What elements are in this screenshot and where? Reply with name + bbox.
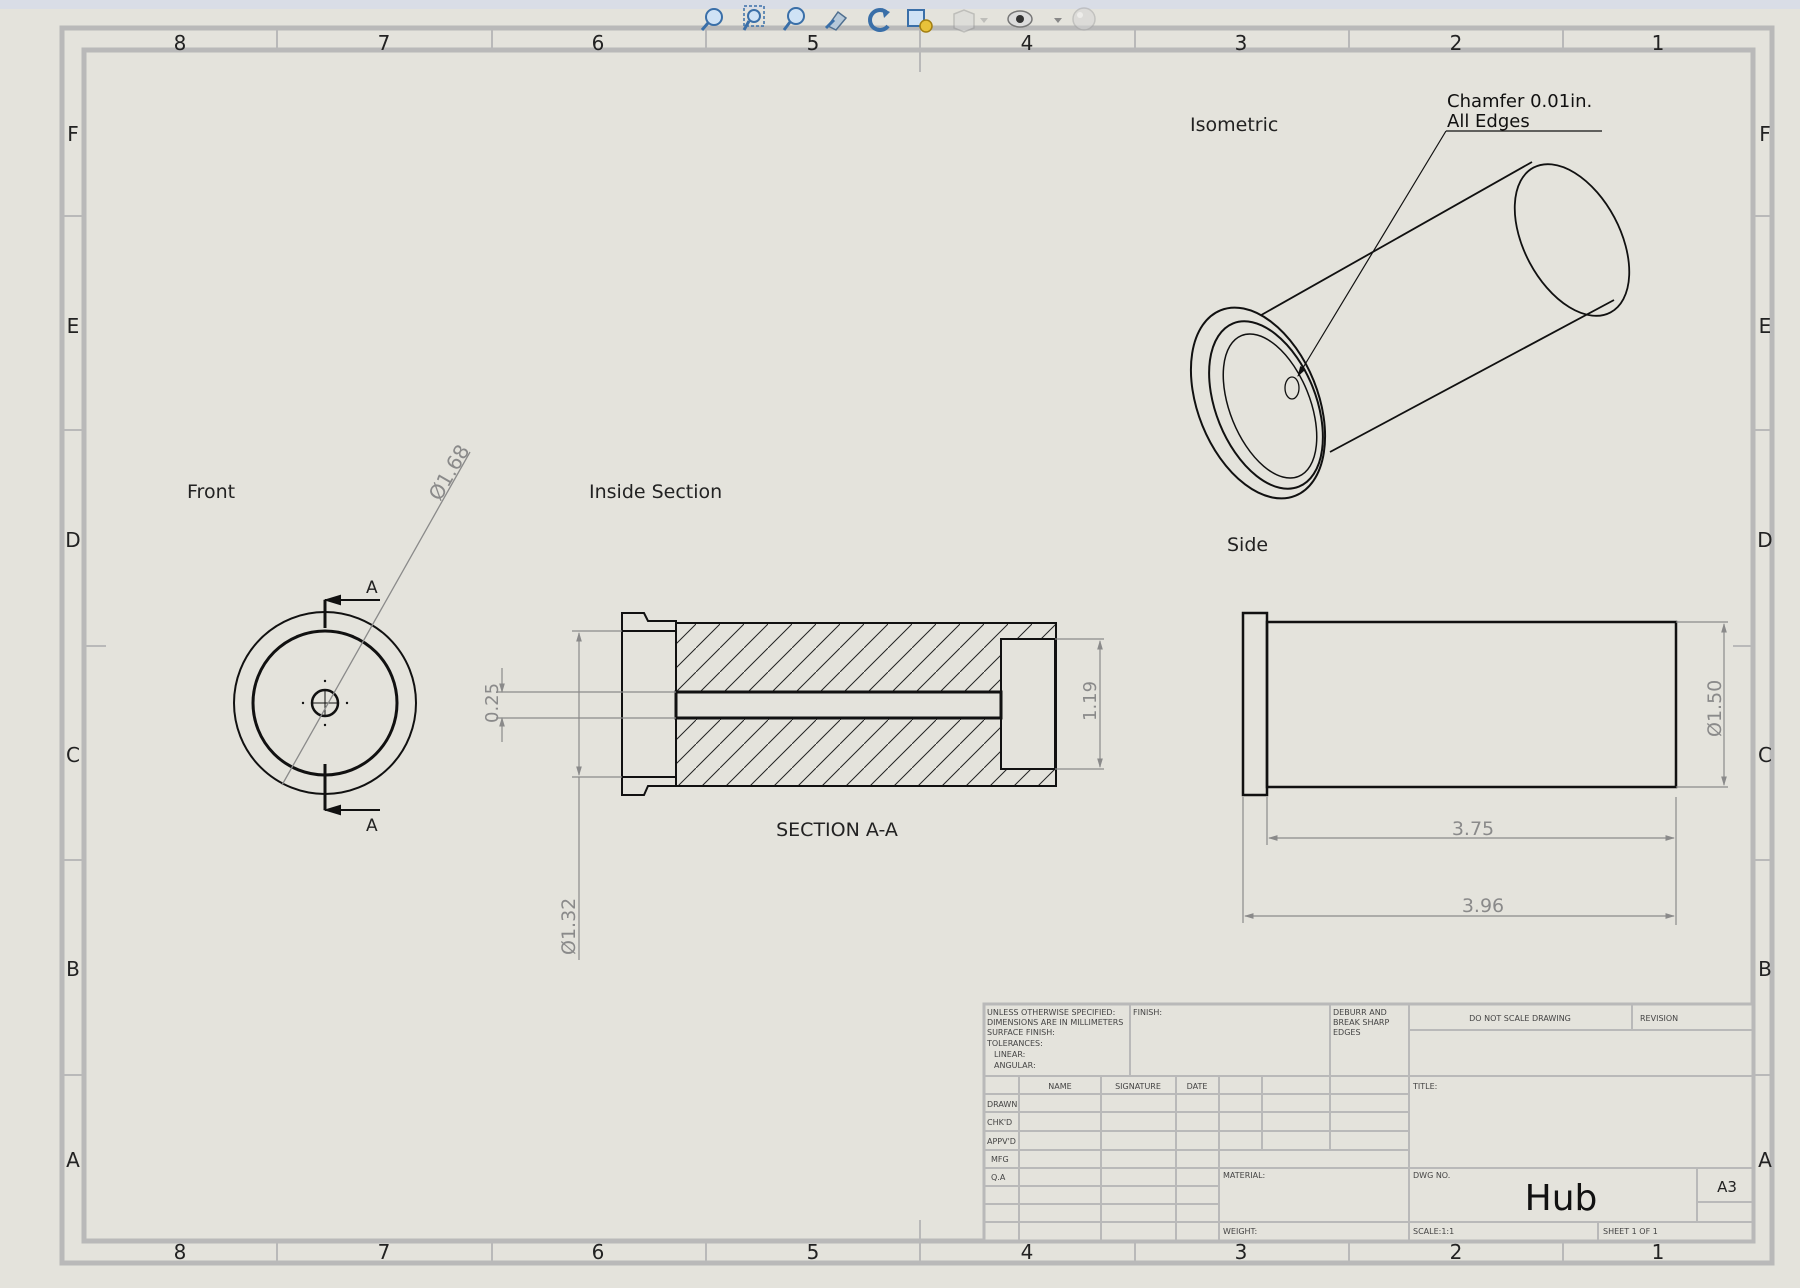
dim-body-length-text: 3.75 (1452, 818, 1494, 840)
deburr-note: EDGES (1333, 1028, 1361, 1037)
col-label: 5 (807, 31, 820, 55)
dim-side-diameter-text: Ø1.50 (1704, 680, 1726, 737)
deburr-note: DEBURR AND (1333, 1008, 1387, 1017)
row-label: E (67, 314, 80, 338)
chamfer-note-line1[interactable]: Chamfer 0.01in. (1447, 91, 1592, 112)
row-label: D (1757, 528, 1772, 552)
weight-label: WEIGHT: (1223, 1227, 1257, 1236)
name-column-header: NAME (1048, 1082, 1071, 1091)
col-label: 1 (1652, 31, 1665, 55)
isometric-view-label: Isometric (1190, 114, 1278, 136)
general-note: LINEAR: (994, 1050, 1025, 1059)
approval-row-label: Q.A (991, 1173, 1006, 1182)
section-caption: SECTION A-A (776, 819, 898, 841)
approval-row-label: DRAWN (987, 1100, 1017, 1109)
general-note: SURFACE FINISH: (987, 1028, 1055, 1037)
dim-counterbore-text: 1.19 (1080, 681, 1101, 721)
scale-label: SCALE:1:1 (1413, 1227, 1454, 1236)
title-label: TITLE: (1412, 1082, 1437, 1091)
chamfer-note-line2[interactable]: All Edges (1447, 111, 1530, 132)
revision-label: REVISION (1640, 1014, 1678, 1023)
section-letter-top: A (366, 578, 378, 598)
date-column-header: DATE (1187, 1082, 1208, 1091)
drawing-title[interactable]: Hub (1525, 1178, 1598, 1219)
sheet-size: A3 (1717, 1178, 1737, 1196)
row-label: F (67, 122, 79, 146)
finish-label: FINISH: (1133, 1008, 1162, 1017)
drawing-window: 8 7 6 5 4 3 2 1 8 7 6 5 4 3 2 1 F E D C … (0, 0, 1800, 1284)
row-label: A (1758, 1148, 1772, 1172)
title-block: UNLESS OTHERWISE SPECIFIED: DIMENSIONS A… (982, 1002, 1755, 1243)
row-label: C (66, 743, 80, 767)
approval-row-label: CHK'D (987, 1118, 1012, 1127)
col-label: 3 (1235, 1240, 1248, 1264)
material-label: MATERIAL: (1223, 1171, 1265, 1180)
col-label: 8 (174, 31, 187, 55)
general-note: UNLESS OTHERWISE SPECIFIED: (987, 1008, 1115, 1017)
approval-row-label: APPV'D (987, 1137, 1016, 1146)
sheet-number: SHEET 1 OF 1 (1603, 1227, 1658, 1236)
zoom-to-fit-icon[interactable] (700, 6, 728, 32)
general-note: TOLERANCES: (986, 1039, 1043, 1048)
side-view-label: Side (1227, 534, 1268, 556)
col-label: 7 (378, 1240, 391, 1264)
col-label: 5 (807, 1240, 820, 1264)
do-not-scale-label: DO NOT SCALE DRAWING (1469, 1014, 1571, 1023)
general-note: ANGULAR: (994, 1061, 1036, 1070)
col-label: 7 (378, 31, 391, 55)
row-label: E (1759, 314, 1772, 338)
front-view-label: Front (187, 481, 235, 503)
row-label: B (66, 957, 80, 981)
col-label: 4 (1021, 31, 1034, 55)
col-label: 2 (1450, 1240, 1463, 1264)
col-label: 4 (1021, 1240, 1034, 1264)
dim-total-length-text: 3.96 (1462, 895, 1504, 917)
col-label: 6 (592, 1240, 605, 1264)
section-letter-bottom: A (366, 816, 378, 836)
col-label: 6 (592, 31, 605, 55)
dim-flange-diameter-text: Ø1.32 (558, 898, 580, 955)
row-label: C (1758, 743, 1772, 767)
approval-row-label: MFG (991, 1155, 1009, 1164)
section-view-label: Inside Section (589, 481, 722, 503)
signature-column-header: SIGNATURE (1115, 1082, 1161, 1091)
col-label: 2 (1450, 31, 1463, 55)
row-label: A (66, 1148, 80, 1172)
general-note: DIMENSIONS ARE IN MILLIMETERS (987, 1018, 1123, 1027)
appearance-icon[interactable] (1072, 7, 1096, 31)
col-label: 8 (174, 1240, 187, 1264)
drawing-sheet: 8 7 6 5 4 3 2 1 8 7 6 5 4 3 2 1 F E D C … (0, 0, 1800, 1284)
col-label: 1 (1652, 1240, 1665, 1264)
window-top-edge (0, 0, 1800, 9)
row-label: F (1759, 122, 1771, 146)
row-label: D (65, 528, 80, 552)
dwg-no-label: DWG NO. (1413, 1171, 1450, 1180)
col-label: 3 (1235, 31, 1248, 55)
deburr-note: BREAK SHARP (1333, 1018, 1389, 1027)
dim-bore-text: 0.25 (482, 683, 503, 723)
row-label: B (1758, 957, 1772, 981)
